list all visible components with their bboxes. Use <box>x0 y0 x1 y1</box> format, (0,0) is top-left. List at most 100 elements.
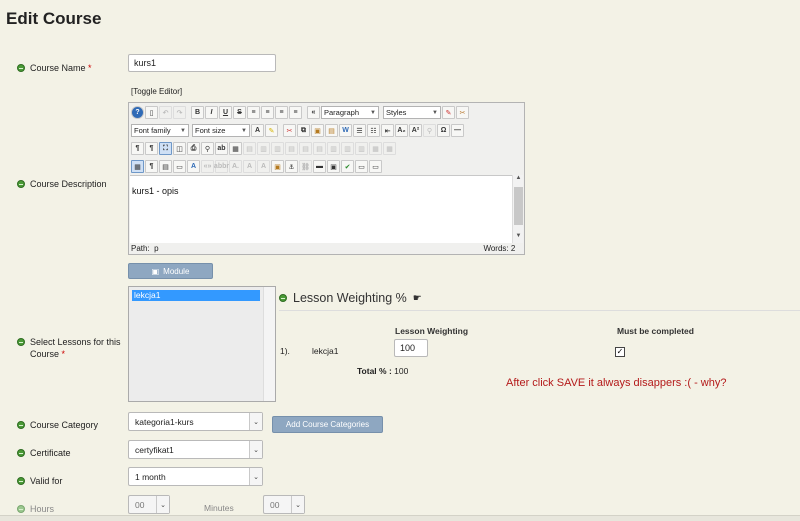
cut-icon[interactable]: ✂ <box>283 124 296 137</box>
italic-icon[interactable]: I <box>205 106 218 119</box>
replace-icon[interactable]: ab <box>215 142 228 155</box>
subscript-icon[interactable]: A₂ <box>395 124 408 137</box>
bullet-list-icon[interactable]: ☰ <box>353 124 366 137</box>
scroll-down-icon[interactable]: ▼ <box>513 233 524 243</box>
nonbreaking-icon[interactable]: ▭ <box>355 160 368 173</box>
special-char-icon[interactable]: Ω <box>437 124 450 137</box>
col-before-icon[interactable]: ▥ <box>327 142 340 155</box>
template-icon[interactable]: ▤ <box>159 160 172 173</box>
horizontal-rule-icon[interactable]: — <box>451 124 464 137</box>
must-be-completed-checkbox[interactable]: ✓ <box>615 347 625 357</box>
rtl-icon[interactable]: ¶ <box>145 142 158 155</box>
anchor-icon[interactable]: ⚓ <box>285 160 298 173</box>
row-props-icon[interactable]: ▥ <box>257 142 270 155</box>
minutes-select[interactable]: 00 ⌄ <box>263 495 305 514</box>
eraser-icon[interactable]: ✎ <box>442 106 455 119</box>
split-cells-icon[interactable]: ▦ <box>369 142 382 155</box>
del-icon[interactable]: A <box>243 160 256 173</box>
add-course-categories-button[interactable]: Add Course Categories <box>272 416 383 433</box>
delete-col-icon[interactable]: ▥ <box>355 142 368 155</box>
certificate-select[interactable]: certyfikat1 ⌄ <box>128 440 263 459</box>
scroll-thumb[interactable] <box>514 187 523 225</box>
chevron-down-icon: ▼ <box>241 127 247 134</box>
highlight-color-icon[interactable]: ✎ <box>265 124 278 137</box>
image-icon[interactable]: ▬ <box>313 160 326 173</box>
preview-icon[interactable]: ◫ <box>173 142 186 155</box>
col-must-be-completed: Must be completed <box>617 326 694 336</box>
bold-icon[interactable]: B <box>191 106 204 119</box>
outdent-icon[interactable]: ⇤ <box>381 124 394 137</box>
unlink-icon[interactable]: ⛓ <box>299 160 312 173</box>
status-dot-icon <box>17 338 25 346</box>
toggle-editor-link[interactable]: [Toggle Editor] <box>131 87 182 96</box>
editor-toolbar-row-1: ? ▯ ↶ ↷ B I U S ≡ ≡ ≡ ≡ « Paragraph ▼ Sty… <box>131 104 469 121</box>
cell-props-icon[interactable]: ▥ <box>271 142 284 155</box>
cite-icon[interactable]: «» <box>201 160 214 173</box>
course-name-label: Course Name * <box>17 62 92 74</box>
redo-icon[interactable]: ↷ <box>173 106 186 119</box>
text-color-icon[interactable]: A <box>251 124 264 137</box>
list-item[interactable]: lekcja1 <box>132 290 260 301</box>
question-note: After click SAVE it always disappers :( … <box>506 377 727 389</box>
abbr-icon[interactable]: abbr <box>214 160 229 173</box>
lessons-scrollbar[interactable] <box>263 287 275 401</box>
course-name-input[interactable] <box>128 54 276 72</box>
row-before-icon[interactable]: ▤ <box>285 142 298 155</box>
word-count: Words: 2 <box>483 244 516 253</box>
hours-select[interactable]: 00 ⌄ <box>128 495 170 514</box>
styles-select[interactable]: Styles ▼ <box>383 106 441 119</box>
insert-table-icon[interactable]: ▦ <box>229 142 242 155</box>
course-category-select[interactable]: kategoria1-kurs ⌄ <box>128 412 263 431</box>
undo-icon[interactable]: ↶ <box>159 106 172 119</box>
print-icon[interactable]: ⎙ <box>187 142 200 155</box>
copy-icon[interactable]: ⧉ <box>297 124 310 137</box>
find-icon[interactable]: ⚲ <box>201 142 214 155</box>
lessons-multiselect[interactable]: lekcja1 <box>128 286 276 402</box>
underline-icon[interactable]: U <box>219 106 232 119</box>
font-size-select[interactable]: Font size ▼ <box>192 124 250 137</box>
editor-content-area[interactable]: kurs1 - opis <box>130 175 513 243</box>
fullscreen-icon[interactable]: ⛶ <box>159 142 172 155</box>
show-blocks-icon[interactable]: ¶ <box>145 160 158 173</box>
layer-icon[interactable]: ▭ <box>173 160 186 173</box>
paste-text-icon[interactable]: ▤ <box>325 124 338 137</box>
pagebreak-icon[interactable]: ▭ <box>369 160 382 173</box>
status-dot-icon <box>17 64 25 72</box>
acronym-icon[interactable]: A. <box>229 160 242 173</box>
module-button[interactable]: ▣ Module <box>128 263 213 279</box>
delete-row-icon[interactable]: ▤ <box>313 142 326 155</box>
check-icon[interactable]: ✔ <box>341 160 354 173</box>
font-family-select[interactable]: Font family ▼ <box>131 124 189 137</box>
numbered-list-icon[interactable]: ☷ <box>367 124 380 137</box>
spellcheck-icon[interactable]: A <box>187 160 200 173</box>
align-right-icon[interactable]: ≡ <box>289 106 302 119</box>
new-document-icon[interactable]: ▯ <box>145 106 158 119</box>
visual-aid-icon[interactable]: ▦ <box>131 160 144 173</box>
row-after-icon[interactable]: ▤ <box>299 142 312 155</box>
justify-icon[interactable]: ≡ <box>247 106 260 119</box>
ins-icon[interactable]: A <box>257 160 270 173</box>
superscript-icon[interactable]: A² <box>409 124 422 137</box>
ltr-icon[interactable]: ¶ <box>131 142 144 155</box>
align-center-icon[interactable]: ≡ <box>261 106 274 119</box>
paste-icon[interactable]: ▣ <box>311 124 324 137</box>
strikethrough-icon[interactable]: S <box>233 106 246 119</box>
merge-cells-icon[interactable]: ▦ <box>383 142 396 155</box>
paste-word-icon[interactable]: W <box>339 124 352 137</box>
search-icon[interactable]: ⚲ <box>423 124 436 137</box>
valid-for-select[interactable]: 1 month ⌄ <box>128 467 263 486</box>
media-icon[interactable]: ▣ <box>327 160 340 173</box>
format-select[interactable]: Paragraph ▼ <box>321 106 379 119</box>
attributes-icon[interactable]: ▣ <box>271 160 284 173</box>
weighting-input[interactable] <box>394 339 428 357</box>
editor-scrollbar[interactable]: ▲ ▼ <box>512 175 523 243</box>
help-icon[interactable]: ? <box>131 106 144 119</box>
col-after-icon[interactable]: ▥ <box>341 142 354 155</box>
module-icon: ▣ <box>151 266 160 276</box>
align-left-icon[interactable]: ≡ <box>275 106 288 119</box>
clean-up-icon[interactable]: ✂ <box>456 106 469 119</box>
table-props-icon[interactable]: ▤ <box>243 142 256 155</box>
paragraph-format-icon[interactable]: « <box>307 106 320 119</box>
chevron-down-icon: ⌄ <box>291 496 304 513</box>
scroll-up-icon[interactable]: ▲ <box>513 175 524 185</box>
